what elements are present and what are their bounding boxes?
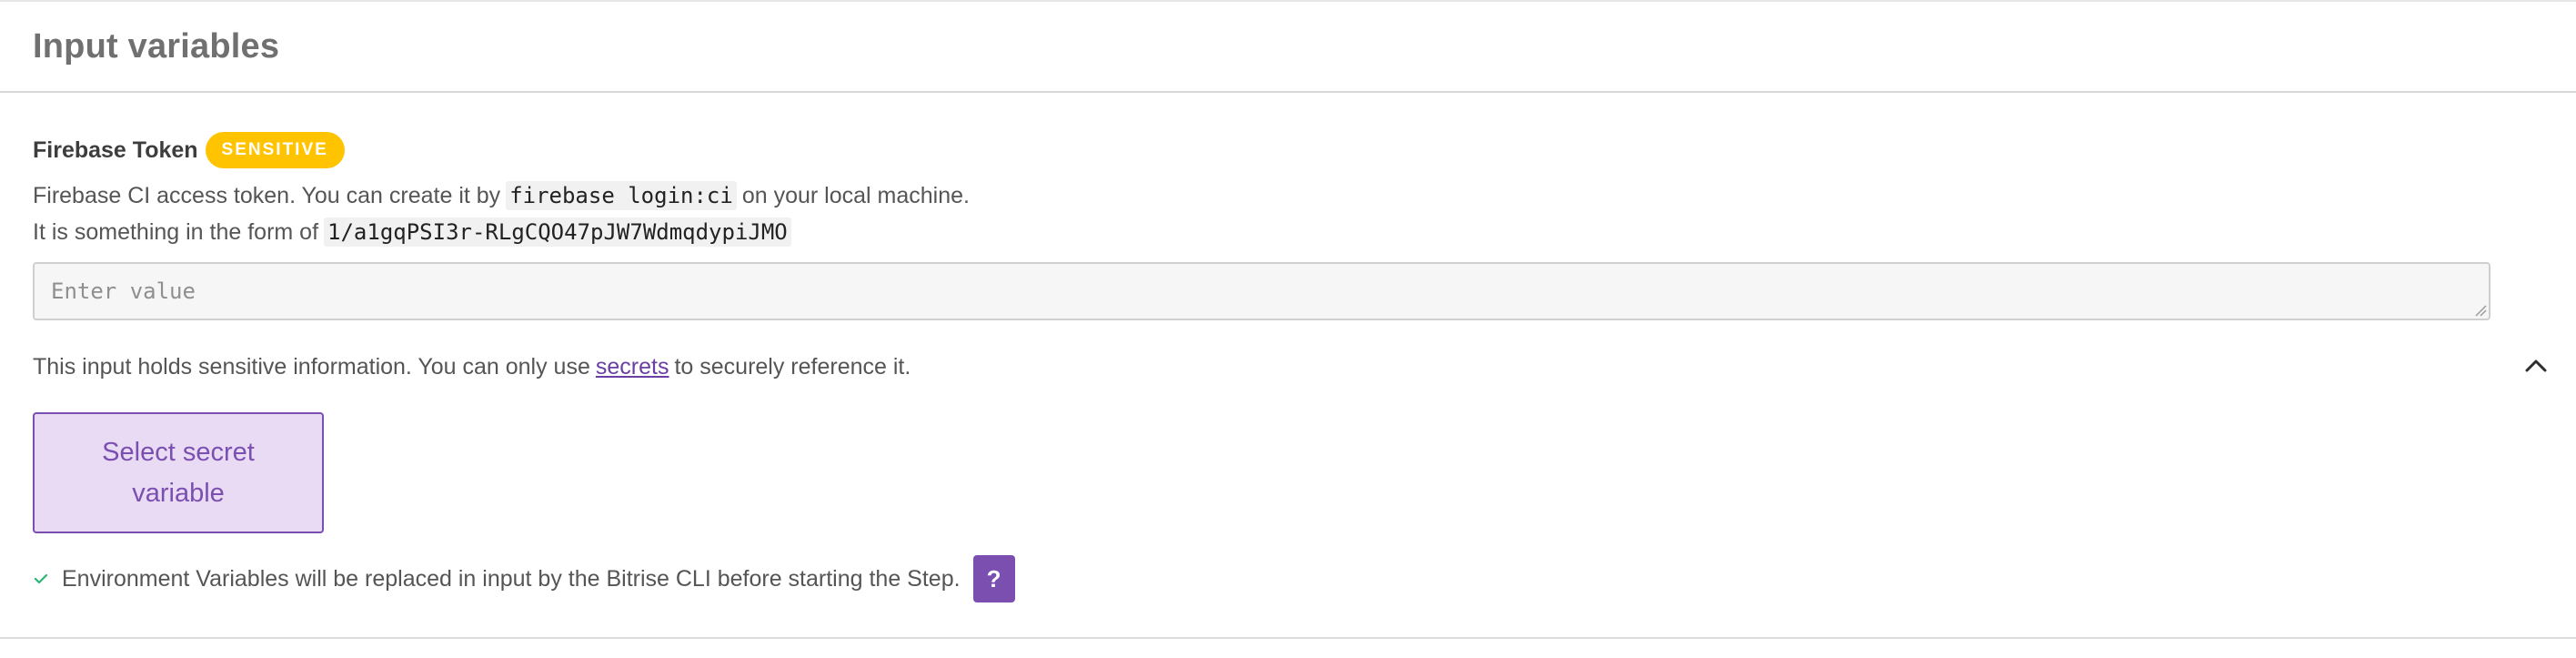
collapse-toggle[interactable]	[2520, 349, 2552, 382]
description-code: 1/a1gqPSI3r-RLgCQO47pJW7WdmqdypiJMO	[324, 218, 791, 247]
resize-grip-icon[interactable]	[2474, 304, 2487, 317]
bottom-divider	[0, 637, 2576, 639]
sensitive-badge: SENSITIVE	[205, 132, 345, 168]
value-input[interactable]	[33, 262, 2490, 320]
env-vars-note: Environment Variables will be replaced i…	[33, 555, 1015, 602]
section-title: Input variables	[33, 27, 280, 66]
description-text: Firebase CI access token. You can create…	[33, 182, 501, 208]
field-description-line-1: Firebase CI access token. You can create…	[33, 180, 970, 211]
field-label-row: Firebase Token SENSITIVE	[33, 131, 345, 169]
description-text: on your local machine.	[741, 182, 970, 208]
secrets-link[interactable]: secrets	[596, 354, 669, 380]
input-variables-panel: Input variables Firebase Token SENSITIVE…	[0, 0, 2576, 658]
description-code: firebase login:ci	[506, 181, 737, 210]
check-icon	[33, 570, 51, 588]
sensitive-note: This input holds sensitive information. …	[33, 351, 911, 382]
chevron-up-icon	[2525, 359, 2547, 372]
sensitive-note-text: to securely reference it.	[674, 353, 911, 380]
select-secret-variable-button[interactable]: Select secret variable	[33, 412, 324, 533]
env-vars-text: Environment Variables will be replaced i…	[62, 565, 961, 592]
field-label: Firebase Token	[33, 137, 198, 163]
sensitive-note-text: This input holds sensitive information. …	[33, 353, 590, 380]
help-button[interactable]: ?	[972, 555, 1015, 602]
field-description-line-2: It is something in the form of 1/a1gqPSI…	[33, 217, 797, 248]
description-text: It is something in the form of	[33, 218, 319, 245]
section-header: Input variables	[0, 2, 2576, 93]
